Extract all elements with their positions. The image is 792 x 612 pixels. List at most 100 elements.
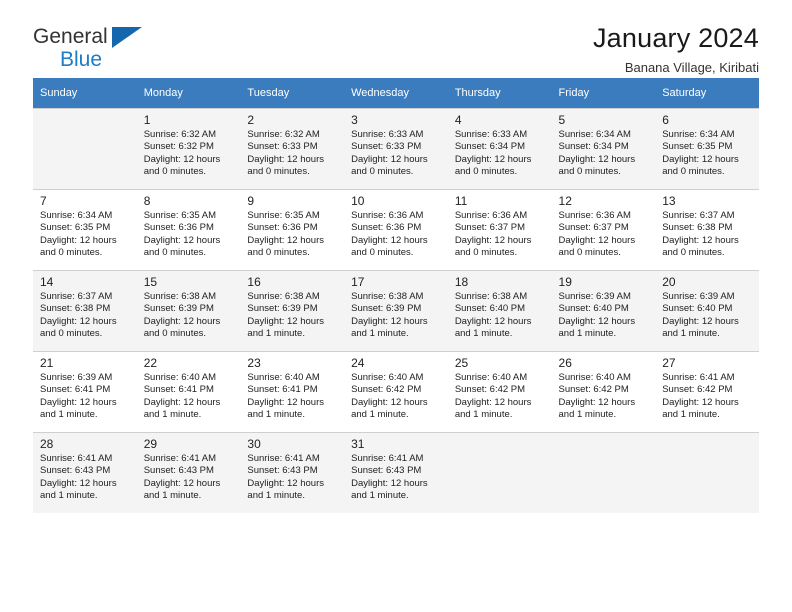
calendar-table: Sunday Monday Tuesday Wednesday Thursday… <box>33 78 759 513</box>
day-number: 17 <box>351 275 365 289</box>
sunset-text: Sunset: 6:39 PM <box>351 303 422 315</box>
calendar-day-cell[interactable]: 6 Sunrise: 6:34 AM Sunset: 6:35 PM Daylight… <box>655 108 759 189</box>
sunrise-text: Sunrise: 6:41 AM <box>143 453 217 464</box>
sunset-text: Sunset: 6:35 PM <box>662 141 733 153</box>
day-number: 25 <box>454 356 469 370</box>
day-number: 4 <box>454 113 462 127</box>
day-cell-inner: 8 Sunrise: 6:35 AM Sunset: 6:36 PM Daylight… <box>136 189 241 270</box>
day-number: 29 <box>143 437 158 451</box>
sunrise-text: Sunrise: 6:33 AM <box>351 129 424 140</box>
day-cell-inner: 31 Sunrise: 6:41 AM Sunset: 6:43 PM Dayligh… <box>344 432 448 513</box>
calendar-day-cell[interactable]: 19 Sunrise: 6:39 AM Sunset: 6:40 PM Dayligh… <box>551 270 656 351</box>
sunset-text: Sunset: 6:41 PM <box>40 384 111 396</box>
sunrise-text: Sunrise: 6:41 AM <box>662 372 735 383</box>
calendar-day-cell[interactable]: 4 Sunrise: 6:33 AM Sunset: 6:34 PM Daylight… <box>447 108 552 189</box>
calendar-day-cell[interactable]: 22 Sunrise: 6:40 AM Sunset: 6:41 PM Dayligh… <box>136 351 241 432</box>
daylight-text: Daylight: 12 hours and 0 minutes. <box>558 153 636 178</box>
calendar-day-cell[interactable]: 7 Sunrise: 6:34 AM Sunset: 6:35 PM Daylight… <box>33 189 137 270</box>
daylight-text: Daylight: 12 hours and 1 minute. <box>247 315 324 340</box>
calendar-day-cell[interactable]: 11 Sunrise: 6:36 AM Sunset: 6:37 PM Dayligh… <box>447 189 552 270</box>
calendar-week-row: 14 Sunrise: 6:37 AM Sunset: 6:38 PM Dayligh… <box>33 270 759 351</box>
calendar-day-cell[interactable]: 18 Sunrise: 6:38 AM Sunset: 6:40 PM Dayligh… <box>447 270 552 351</box>
day-number: 10 <box>351 194 365 208</box>
calendar-day-cell[interactable]: 29 Sunrise: 6:41 AM Sunset: 6:43 PM Dayligh… <box>136 432 241 513</box>
calendar-day-cell[interactable]: 12 Sunrise: 6:36 AM Sunset: 6:37 PM Dayligh… <box>551 189 656 270</box>
sunrise-text: Sunrise: 6:37 AM <box>40 291 113 302</box>
day-cell-inner: 18 Sunrise: 6:38 AM Sunset: 6:40 PM Dayligh… <box>447 270 552 351</box>
daylight-text: Daylight: 12 hours and 1 minute. <box>40 396 117 421</box>
sunrise-text: Sunrise: 6:38 AM <box>247 291 320 302</box>
day-number: 30 <box>247 437 261 451</box>
calendar-week-row: 28 Sunrise: 6:41 AM Sunset: 6:43 PM Dayligh… <box>33 432 759 513</box>
day-number: 5 <box>558 113 566 127</box>
calendar-day-cell[interactable]: 5 Sunrise: 6:34 AM Sunset: 6:34 PM Daylight… <box>551 108 656 189</box>
calendar-day-cell[interactable]: 27 Sunrise: 6:41 AM Sunset: 6:42 PM Dayligh… <box>655 351 759 432</box>
calendar-day-cell[interactable]: 9 Sunrise: 6:35 AM Sunset: 6:36 PM Daylight… <box>240 189 345 270</box>
calendar-day-cell[interactable]: 1 Sunrise: 6:32 AM Sunset: 6:32 PM Daylight… <box>136 108 241 189</box>
sunrise-text: Sunrise: 6:34 AM <box>662 129 735 140</box>
sunrise-text: Sunrise: 6:33 AM <box>454 129 528 140</box>
day-number: 18 <box>454 275 469 289</box>
calendar-body: 1 Sunrise: 6:32 AM Sunset: 6:32 PM Daylight… <box>33 108 759 513</box>
sunrise-text: Sunrise: 6:36 AM <box>558 210 631 221</box>
day-cell-inner: 12 Sunrise: 6:36 AM Sunset: 6:37 PM Dayligh… <box>551 189 656 270</box>
day-number: 23 <box>247 356 261 370</box>
day-cell-inner: 13 Sunrise: 6:37 AM Sunset: 6:38 PM Dayligh… <box>655 189 759 270</box>
sunrise-text: Sunrise: 6:40 AM <box>558 372 631 383</box>
daylight-text: Daylight: 12 hours and 0 minutes. <box>454 153 532 178</box>
calendar-day-cell[interactable]: 24 Sunrise: 6:40 AM Sunset: 6:42 PM Dayligh… <box>344 351 448 432</box>
calendar-day-cell[interactable]: 30 Sunrise: 6:41 AM Sunset: 6:43 PM Dayligh… <box>240 432 345 513</box>
sunrise-text: Sunrise: 6:40 AM <box>143 372 217 383</box>
calendar-day-cell[interactable]: 3 Sunrise: 6:33 AM Sunset: 6:33 PM Daylight… <box>344 108 448 189</box>
day-number: 20 <box>662 275 676 289</box>
calendar-day-cell[interactable]: 28 Sunrise: 6:41 AM Sunset: 6:43 PM Dayligh… <box>33 432 137 513</box>
calendar-day-cell[interactable]: 2 Sunrise: 6:32 AM Sunset: 6:33 PM Daylight… <box>240 108 345 189</box>
calendar-day-cell[interactable]: 20 Sunrise: 6:39 AM Sunset: 6:40 PM Dayligh… <box>655 270 759 351</box>
day-cell-inner: 14 Sunrise: 6:37 AM Sunset: 6:38 PM Dayligh… <box>33 270 137 351</box>
daylight-text: Daylight: 12 hours and 0 minutes. <box>662 153 739 178</box>
day-cell-inner: 2 Sunrise: 6:32 AM Sunset: 6:33 PM Daylight… <box>240 108 345 189</box>
calendar-day-cell[interactable]: 13 Sunrise: 6:37 AM Sunset: 6:38 PM Dayligh… <box>655 189 759 270</box>
sunset-text: Sunset: 6:40 PM <box>662 303 733 315</box>
day-number: 26 <box>558 356 572 370</box>
day-number: 24 <box>351 356 365 370</box>
sunset-text: Sunset: 6:41 PM <box>247 384 318 396</box>
calendar-day-cell[interactable]: 31 Sunrise: 6:41 AM Sunset: 6:43 PM Dayligh… <box>344 432 448 513</box>
sunset-text: Sunset: 6:43 PM <box>247 465 318 477</box>
sunset-text: Sunset: 6:35 PM <box>40 222 111 234</box>
calendar-day-cell[interactable]: 17 Sunrise: 6:38 AM Sunset: 6:39 PM Dayligh… <box>344 270 448 351</box>
calendar-empty-cell <box>447 432 552 513</box>
daylight-text: Daylight: 12 hours and 1 minute. <box>351 315 428 340</box>
calendar-day-cell[interactable]: 15 Sunrise: 6:38 AM Sunset: 6:39 PM Dayligh… <box>136 270 241 351</box>
logo-text-general: General <box>33 25 108 48</box>
calendar-day-cell[interactable]: 23 Sunrise: 6:40 AM Sunset: 6:41 PM Dayligh… <box>240 351 345 432</box>
calendar-day-cell[interactable]: 26 Sunrise: 6:40 AM Sunset: 6:42 PM Dayligh… <box>551 351 656 432</box>
day-cell-inner: 23 Sunrise: 6:40 AM Sunset: 6:41 PM Dayligh… <box>240 351 345 432</box>
daylight-text: Daylight: 12 hours and 1 minute. <box>351 396 428 421</box>
sunset-text: Sunset: 6:43 PM <box>143 465 214 477</box>
calendar-day-cell[interactable]: 8 Sunrise: 6:35 AM Sunset: 6:36 PM Daylight… <box>136 189 241 270</box>
sunrise-text: Sunrise: 6:41 AM <box>40 453 113 464</box>
day-cell-inner: 7 Sunrise: 6:34 AM Sunset: 6:35 PM Daylight… <box>33 189 137 270</box>
sunrise-text: Sunrise: 6:41 AM <box>247 453 320 464</box>
sunset-text: Sunset: 6:33 PM <box>247 141 318 153</box>
calendar-day-cell[interactable]: 14 Sunrise: 6:37 AM Sunset: 6:38 PM Dayligh… <box>33 270 137 351</box>
calendar-day-cell[interactable]: 21 Sunrise: 6:39 AM Sunset: 6:41 PM Dayligh… <box>33 351 137 432</box>
day-cell-inner: 25 Sunrise: 6:40 AM Sunset: 6:42 PM Dayligh… <box>447 351 552 432</box>
sunset-text: Sunset: 6:43 PM <box>351 465 422 477</box>
sunrise-text: Sunrise: 6:39 AM <box>40 372 113 383</box>
day-number: 31 <box>351 437 365 451</box>
sunset-text: Sunset: 6:37 PM <box>454 222 526 234</box>
daylight-text: Daylight: 12 hours and 1 minute. <box>558 396 636 421</box>
page-header: General Blue January 2024 Banana Village… <box>33 0 759 78</box>
day-cell-inner: 15 Sunrise: 6:38 AM Sunset: 6:39 PM Dayligh… <box>136 270 241 351</box>
day-cell-inner: 22 Sunrise: 6:40 AM Sunset: 6:41 PM Dayligh… <box>136 351 241 432</box>
day-number: 28 <box>40 437 54 451</box>
calendar-day-cell[interactable]: 25 Sunrise: 6:40 AM Sunset: 6:42 PM Dayligh… <box>447 351 552 432</box>
general-blue-logo: General Blue <box>33 22 145 74</box>
calendar-day-cell[interactable]: 10 Sunrise: 6:36 AM Sunset: 6:36 PM Dayligh… <box>344 189 448 270</box>
calendar-day-cell[interactable]: 16 Sunrise: 6:38 AM Sunset: 6:39 PM Dayligh… <box>240 270 345 351</box>
weekday-header-thursday: Thursday <box>447 78 552 108</box>
weekday-header-saturday: Saturday <box>655 78 759 108</box>
day-number: 9 <box>247 194 255 208</box>
